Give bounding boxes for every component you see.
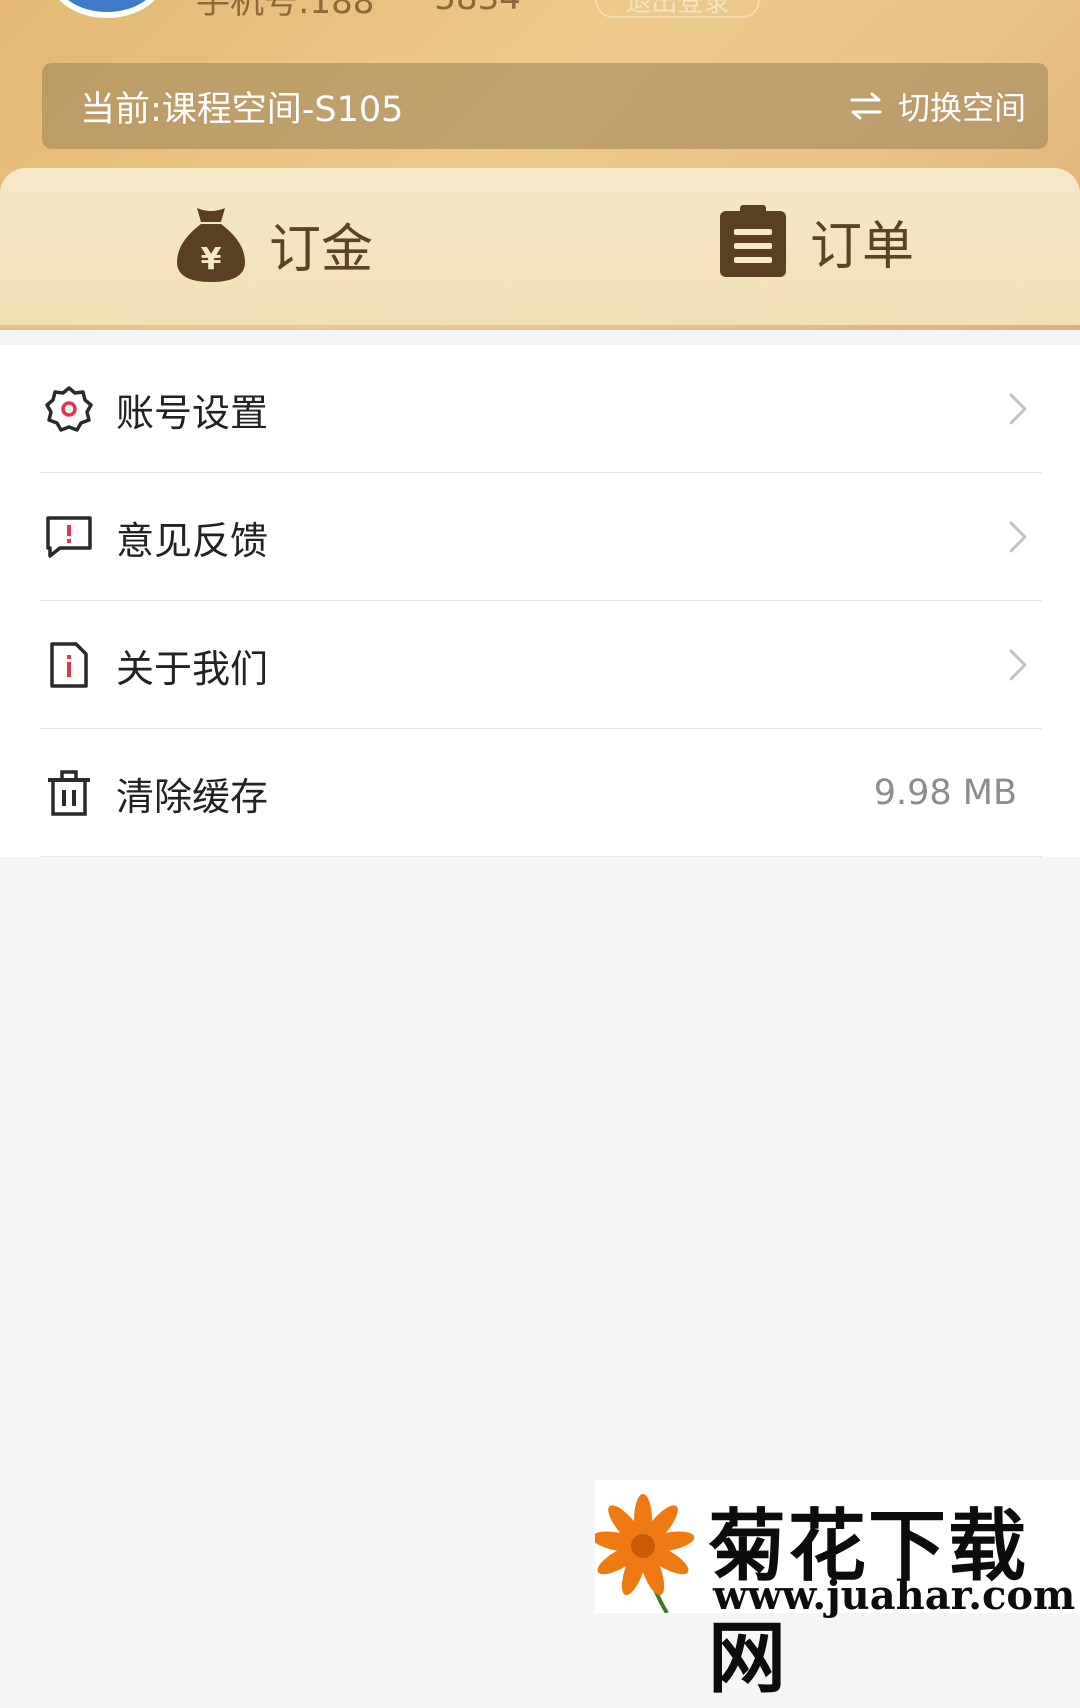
cache-size-value: 9.98 MB bbox=[873, 773, 1017, 813]
menu-label: 意见反馈 bbox=[116, 518, 269, 563]
user-info: 手机号:188 5834 bbox=[196, 0, 521, 22]
switch-space-label: 切换空间 bbox=[897, 89, 1026, 127]
menu-item-about-us[interactable]: 关于我们 bbox=[0, 601, 1080, 729]
menu-item-account-settings[interactable]: 账号设置 bbox=[0, 345, 1080, 473]
chevron-right-icon bbox=[1009, 521, 1027, 553]
chevron-right-icon bbox=[1009, 393, 1027, 425]
swap-arrows-icon bbox=[850, 92, 882, 120]
flower-logo bbox=[595, 1494, 695, 1613]
svg-text:¥: ¥ bbox=[201, 242, 222, 277]
feedback-icon bbox=[46, 516, 92, 558]
quick-actions-panel: ¥ 订金 订单 bbox=[0, 168, 1080, 325]
menu-label: 账号设置 bbox=[116, 390, 269, 435]
switch-space-button[interactable]: 切换空间 bbox=[848, 83, 1026, 129]
menu-label: 清除缓存 bbox=[116, 774, 269, 819]
orders-label: 订单 bbox=[810, 217, 915, 277]
phone-suffix: 5834 bbox=[434, 0, 521, 18]
deposit-button[interactable]: ¥ 订金 bbox=[175, 204, 373, 284]
gear-icon bbox=[45, 386, 93, 432]
divider bbox=[40, 856, 1042, 857]
phone-number: 手机号:188 bbox=[196, 0, 375, 22]
deposit-label: 订金 bbox=[269, 219, 374, 280]
current-space-label: 当前:课程空间-S105 bbox=[80, 89, 404, 130]
chevron-right-icon bbox=[1009, 649, 1027, 681]
trash-icon bbox=[48, 770, 90, 816]
menu-label: 关于我们 bbox=[116, 646, 269, 691]
info-document-icon bbox=[50, 642, 88, 688]
settings-menu: 账号设置 意见反馈 关于我们 清除缓存 9.98 MB bbox=[0, 345, 1080, 857]
orders-button[interactable]: 订单 bbox=[718, 204, 914, 279]
avatar[interactable] bbox=[50, 0, 164, 18]
menu-item-clear-cache[interactable]: 清除缓存 9.98 MB bbox=[0, 729, 1080, 857]
current-space-bar: 当前:课程空间-S105 切换空间 bbox=[42, 63, 1048, 149]
money-bag-icon: ¥ bbox=[177, 208, 245, 282]
watermark-url: www.juahar.com bbox=[713, 1572, 1076, 1619]
clipboard-icon bbox=[720, 204, 786, 277]
logout-button[interactable]: 退出登录 bbox=[595, 0, 760, 18]
menu-item-feedback[interactable]: 意见反馈 bbox=[0, 473, 1080, 601]
watermark: 菊花下载网 www.juahar.com bbox=[595, 1480, 1080, 1704]
